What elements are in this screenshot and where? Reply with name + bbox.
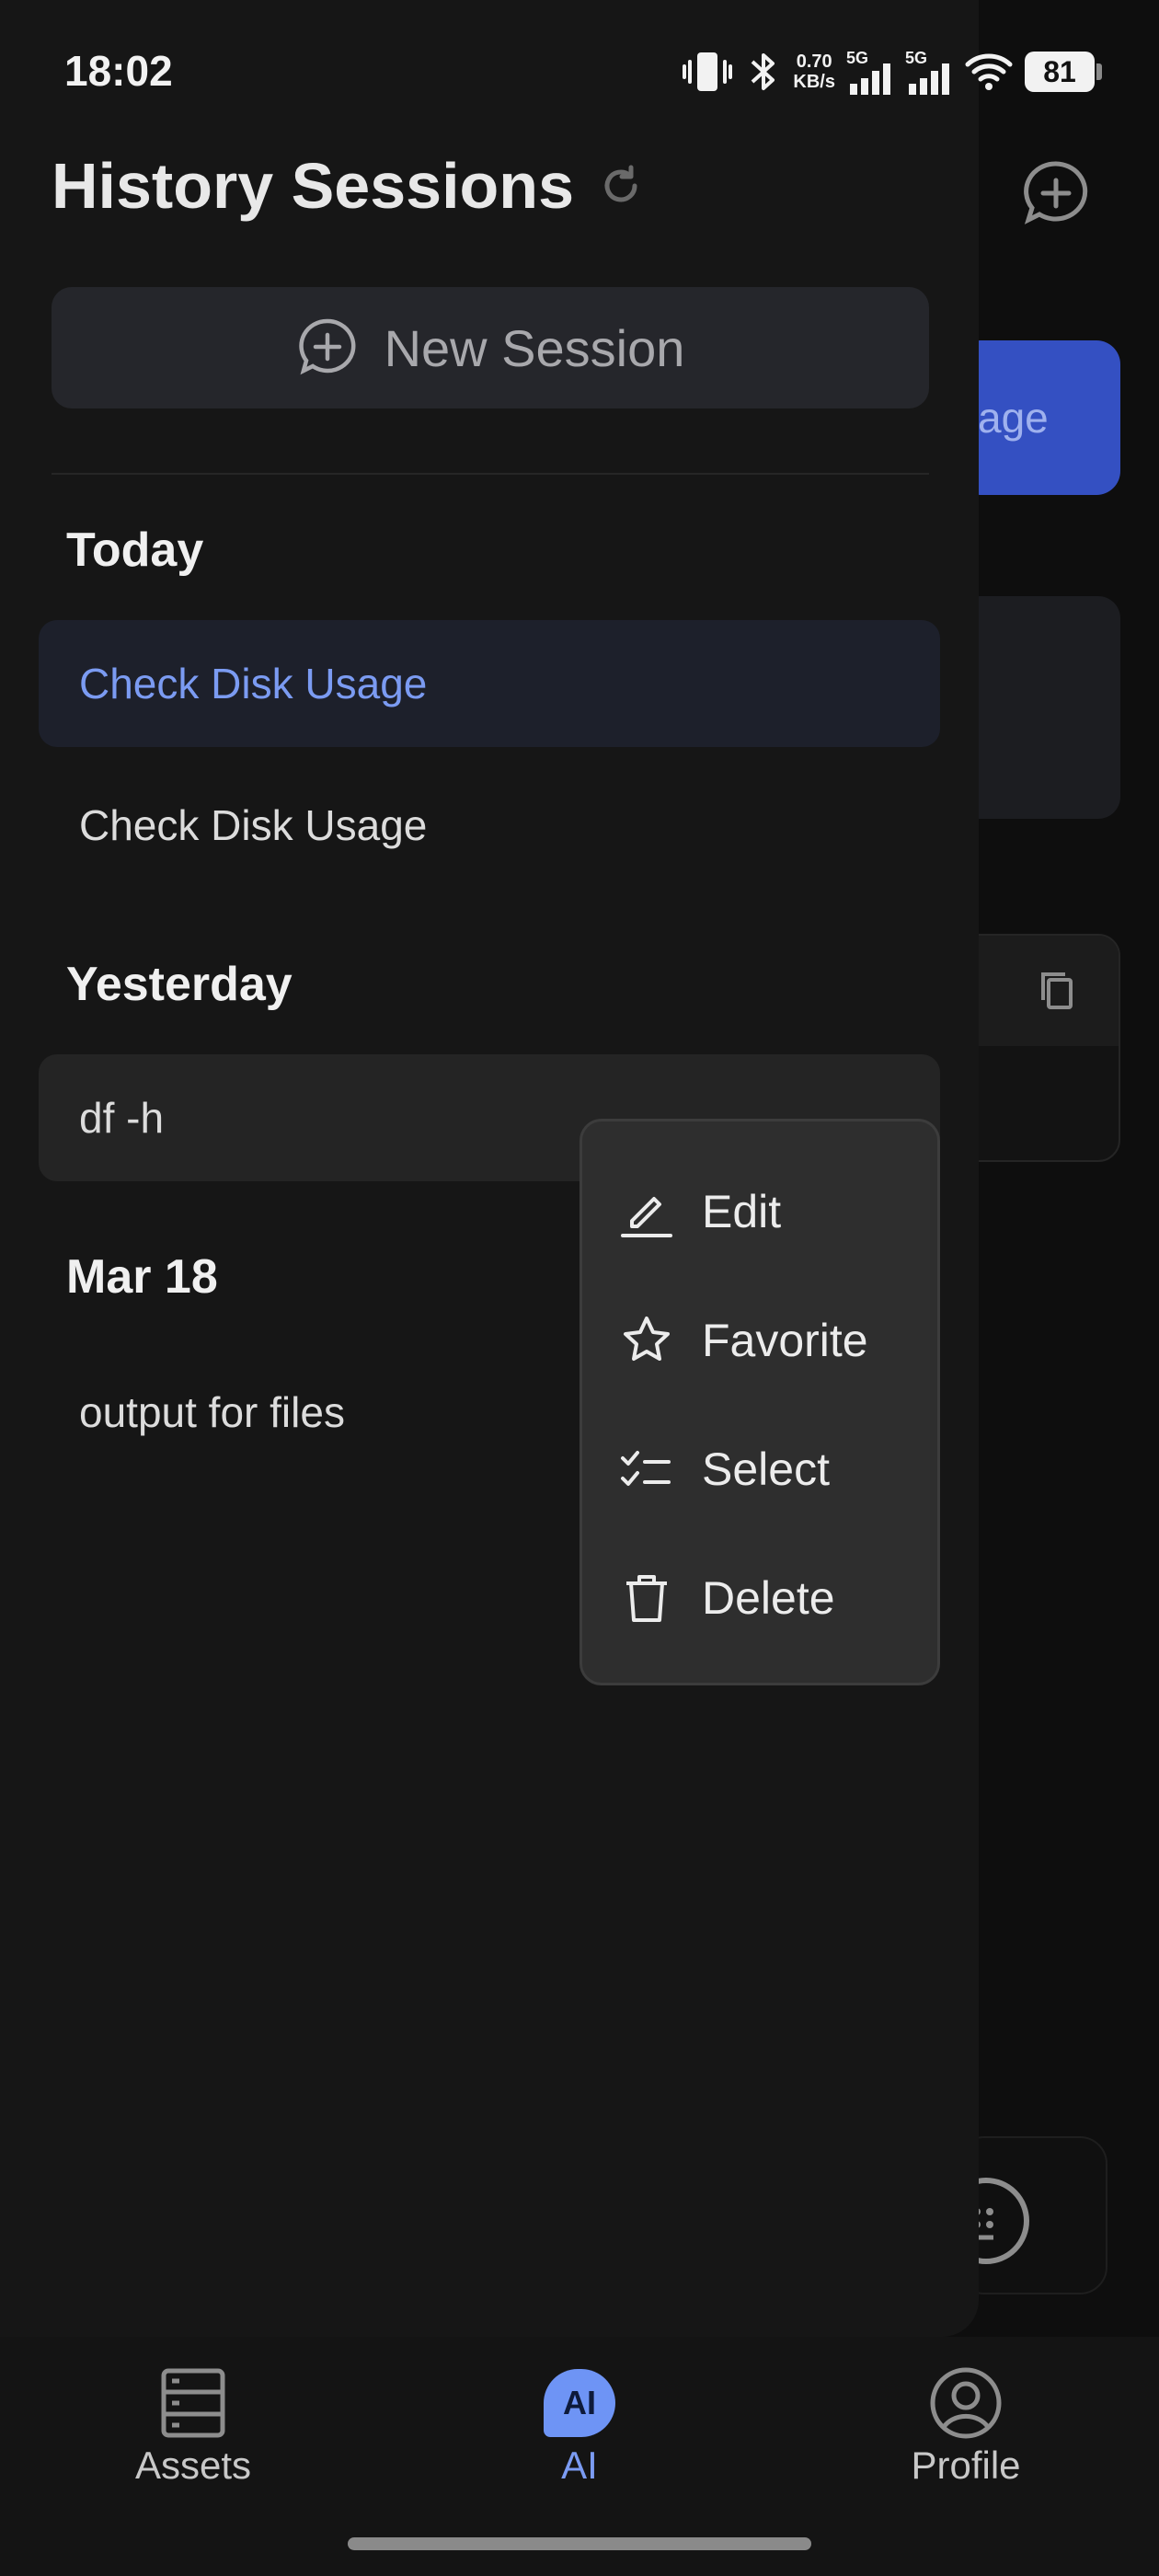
ai-chat-icon: AI <box>544 2369 615 2437</box>
session-item-label: Check Disk Usage <box>79 801 428 849</box>
menu-item-select[interactable]: Select <box>619 1423 830 1515</box>
status-icons: 0.70 KB/s 5G 5G 81 <box>681 44 1102 99</box>
menu-item-edit[interactable]: Edit <box>619 1166 781 1258</box>
section-heading-yesterday: Yesterday <box>66 958 293 1011</box>
background-input-area <box>957 2136 1107 2294</box>
network-speed: 0.70 KB/s <box>793 52 835 92</box>
menu-item-label: Favorite <box>702 1315 868 1366</box>
nav-label-ai: AI <box>561 2444 598 2487</box>
background-code-block <box>957 934 1120 1162</box>
menu-item-label: Delete <box>702 1572 835 1624</box>
nav-label-profile: Profile <box>911 2444 1021 2487</box>
trash-icon <box>626 1575 667 1622</box>
session-item-label: Check Disk Usage <box>79 660 428 707</box>
session-item-label: df -h <box>79 1094 165 1142</box>
menu-item-delete[interactable]: Delete <box>619 1552 835 1644</box>
add-chat-icon[interactable] <box>1019 156 1093 230</box>
copy-icon <box>1041 972 1073 1009</box>
section-heading-today: Today <box>66 523 204 577</box>
status-bar: 18:02 0.70 KB/s 5G 5G 81 <box>0 0 1159 147</box>
section-heading-mar-18: Mar 18 <box>66 1250 218 1304</box>
battery-indicator: 81 <box>1025 52 1102 92</box>
session-item[interactable]: Check Disk Usage <box>39 762 940 889</box>
drawer-title: History Sessions <box>52 150 574 222</box>
profile-icon <box>930 2367 1002 2439</box>
network-speed-unit: KB/s <box>793 72 835 92</box>
refresh-icon[interactable] <box>598 163 644 209</box>
ai-badge-text: AI <box>563 2384 596 2421</box>
new-session-button[interactable]: New Session <box>52 287 929 408</box>
menu-item-label: Select <box>702 1443 830 1495</box>
nav-item-assets[interactable]: Assets <box>74 2364 313 2488</box>
menu-item-favorite[interactable]: Favorite <box>619 1294 868 1386</box>
session-item-label: output for files <box>79 1388 345 1436</box>
battery-level: 81 <box>1043 54 1076 88</box>
divider <box>52 473 929 475</box>
menu-item-label: Edit <box>702 1186 782 1237</box>
server-icon <box>161 2368 225 2438</box>
nav-item-ai[interactable]: AI AI <box>460 2364 699 2488</box>
history-drawer: History Sessions New Session Today Check… <box>0 0 979 2337</box>
network-speed-value: 0.70 <box>796 52 832 72</box>
home-indicator <box>348 2537 811 2550</box>
vibrate-icon <box>683 52 733 91</box>
screen: sage History Sessions New Session Today … <box>0 0 1159 2576</box>
pencil-icon <box>621 1197 672 1237</box>
checklist-icon <box>621 1451 671 1486</box>
session-item[interactable]: Check Disk Usage <box>39 620 940 747</box>
signal-icon: 5G <box>846 49 894 95</box>
drawer-header: History Sessions <box>52 149 644 223</box>
session-context-menu: Edit Favorite Select Delete <box>580 1119 940 1685</box>
new-session-icon <box>298 318 356 375</box>
background-usage-button: sage <box>957 340 1120 495</box>
new-session-label: New Session <box>384 318 685 377</box>
status-time: 18:02 <box>64 47 173 95</box>
bluetooth-icon <box>752 53 775 90</box>
background-card <box>957 596 1120 819</box>
nav-item-profile[interactable]: Profile <box>846 2364 1085 2488</box>
star-icon <box>624 1317 670 1361</box>
wifi-icon <box>965 53 1013 90</box>
signal-icon: 5G <box>905 49 953 95</box>
nav-label-assets: Assets <box>134 2444 252 2487</box>
